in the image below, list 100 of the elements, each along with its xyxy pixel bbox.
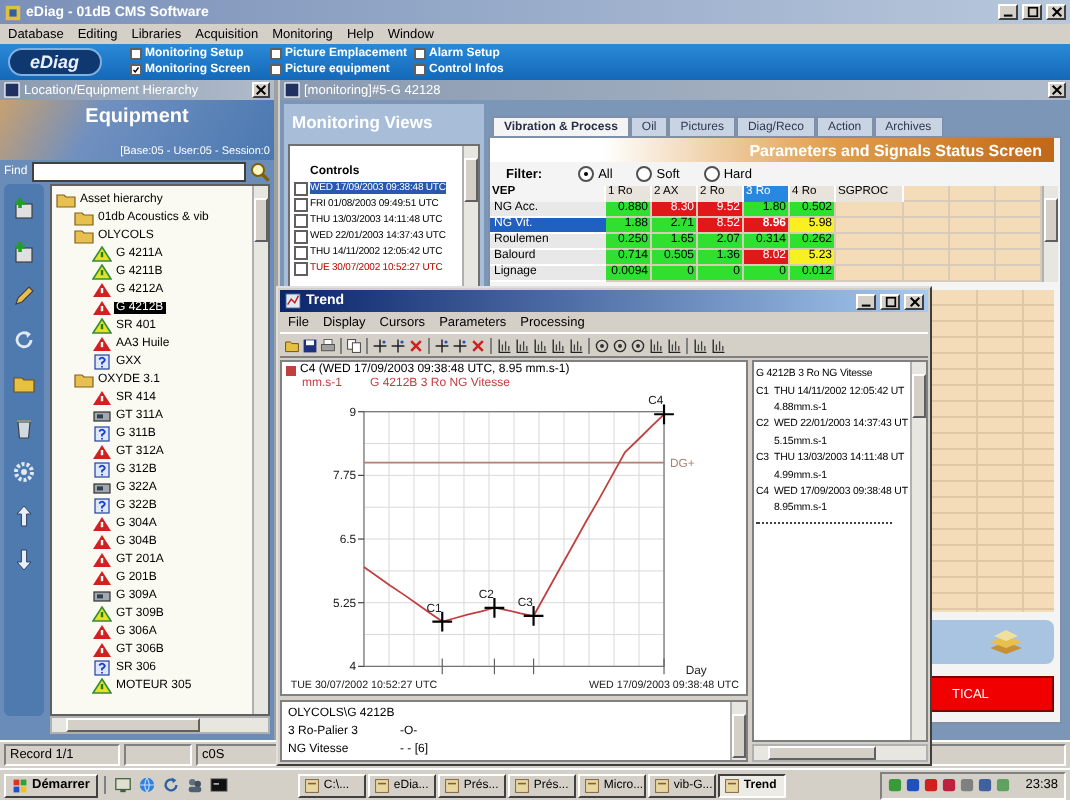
cursor-icon[interactable]	[452, 337, 468, 353]
panel-heading: Monitoring Views	[290, 110, 435, 136]
gear-icon[interactable]	[12, 460, 36, 484]
cursor-tick	[663, 657, 665, 675]
scrollbar[interactable]	[1042, 186, 1058, 282]
search-icon[interactable]	[250, 162, 270, 182]
copy-icon[interactable]	[346, 337, 362, 353]
checkbox[interactable]	[294, 197, 308, 211]
question-icon	[92, 659, 112, 675]
delete-icon[interactable]	[408, 337, 424, 353]
refresh-icon[interactable]	[161, 776, 180, 794]
close-button[interactable]	[252, 82, 270, 98]
alert-icon	[92, 335, 112, 351]
caution-icon	[92, 605, 112, 621]
bin-icon[interactable]	[12, 416, 36, 440]
pencil-icon[interactable]	[12, 284, 36, 308]
section-title: Parameters and Signals Status Screen	[749, 141, 1042, 159]
add-icon[interactable]	[12, 240, 36, 264]
group-icon[interactable]	[185, 776, 204, 794]
radio-button[interactable]	[703, 166, 720, 182]
flag-icon	[12, 777, 28, 793]
up-arrow-icon[interactable]	[12, 504, 36, 528]
cursor-cross	[431, 610, 454, 633]
checkbox[interactable]	[269, 48, 282, 60]
desktop-icon[interactable]	[113, 776, 132, 794]
checkbox[interactable]	[294, 261, 308, 275]
axis-icon[interactable]	[550, 337, 566, 353]
app-icon	[653, 777, 670, 793]
maximize-icon	[883, 295, 897, 307]
machine-icon	[92, 479, 112, 495]
question-icon	[92, 353, 112, 369]
axis-icon[interactable]	[710, 337, 726, 353]
add-icon[interactable]	[12, 196, 36, 220]
scrollbar[interactable]	[752, 744, 928, 762]
cursor-icon[interactable]	[434, 337, 450, 353]
cursor-cross	[483, 596, 506, 619]
axis-icon[interactable]	[666, 337, 682, 353]
axis-icon[interactable]	[532, 337, 548, 353]
caution-icon	[92, 317, 112, 333]
window-icon	[284, 82, 300, 98]
folder-icon[interactable]	[284, 337, 300, 353]
cursor-tick	[533, 657, 535, 675]
down-arrow-icon[interactable]	[12, 548, 36, 572]
maximize-icon	[1025, 6, 1039, 18]
print-icon[interactable]	[320, 337, 336, 353]
status-pane	[124, 744, 192, 766]
axis-icon[interactable]	[692, 337, 708, 353]
alert-icon	[92, 389, 112, 405]
cursor-cross	[653, 403, 675, 426]
caution-icon	[92, 677, 112, 693]
panel-icon	[4, 82, 20, 98]
minimize-button[interactable]	[998, 4, 1018, 20]
find-field[interactable]	[31, 162, 246, 182]
maximize-button[interactable]	[880, 293, 900, 309]
axis-icon[interactable]	[648, 337, 664, 353]
delete-icon[interactable]	[470, 337, 486, 353]
scrollbar[interactable]	[910, 362, 926, 740]
scrollbar[interactable]	[50, 716, 270, 734]
app-icon	[723, 777, 740, 793]
alert-icon	[92, 443, 112, 459]
app-icon	[583, 777, 600, 793]
minimize-button[interactable]	[856, 293, 876, 309]
scrollbar[interactable]	[730, 702, 746, 760]
checkbox[interactable]	[413, 64, 426, 76]
folder-icon[interactable]	[12, 372, 36, 396]
cursor-cross	[522, 605, 545, 627]
scrollbar[interactable]	[252, 186, 268, 714]
cursor-icon[interactable]	[372, 337, 388, 353]
cursor-tick	[441, 657, 443, 675]
question-icon	[92, 461, 112, 477]
axis-icon[interactable]	[568, 337, 584, 353]
radio-button[interactable]	[578, 166, 595, 182]
machine-icon	[92, 407, 112, 423]
cursor-icon[interactable]	[390, 337, 406, 353]
radio-button[interactable]	[636, 166, 653, 182]
app-icon	[303, 777, 320, 793]
checkbox[interactable]	[294, 213, 308, 227]
checkbox[interactable]	[129, 48, 142, 60]
checkbox[interactable]	[269, 64, 282, 76]
window-icon	[284, 292, 302, 310]
checkbox[interactable]	[294, 245, 308, 259]
close-button[interactable]	[1048, 82, 1066, 98]
panel-heading: Equipment	[85, 106, 189, 128]
terminal-icon[interactable]	[209, 776, 228, 794]
app-icon	[4, 3, 22, 21]
maximize-button[interactable]	[1022, 4, 1042, 20]
app-icon	[443, 777, 460, 793]
cursor-tick	[493, 657, 495, 675]
question-icon	[92, 425, 112, 441]
machine-icon	[92, 587, 112, 603]
checkbox[interactable]	[294, 229, 308, 243]
logo: eDiag	[8, 48, 102, 76]
checkbox[interactable]	[294, 181, 308, 195]
save-icon[interactable]	[302, 337, 318, 353]
checkbox[interactable]	[413, 48, 426, 60]
axis-icon[interactable]	[514, 337, 530, 353]
legend-marker	[286, 365, 296, 375]
axis-icon[interactable]	[496, 337, 512, 353]
globe-icon[interactable]	[137, 776, 156, 794]
checkbox[interactable]	[129, 64, 142, 76]
